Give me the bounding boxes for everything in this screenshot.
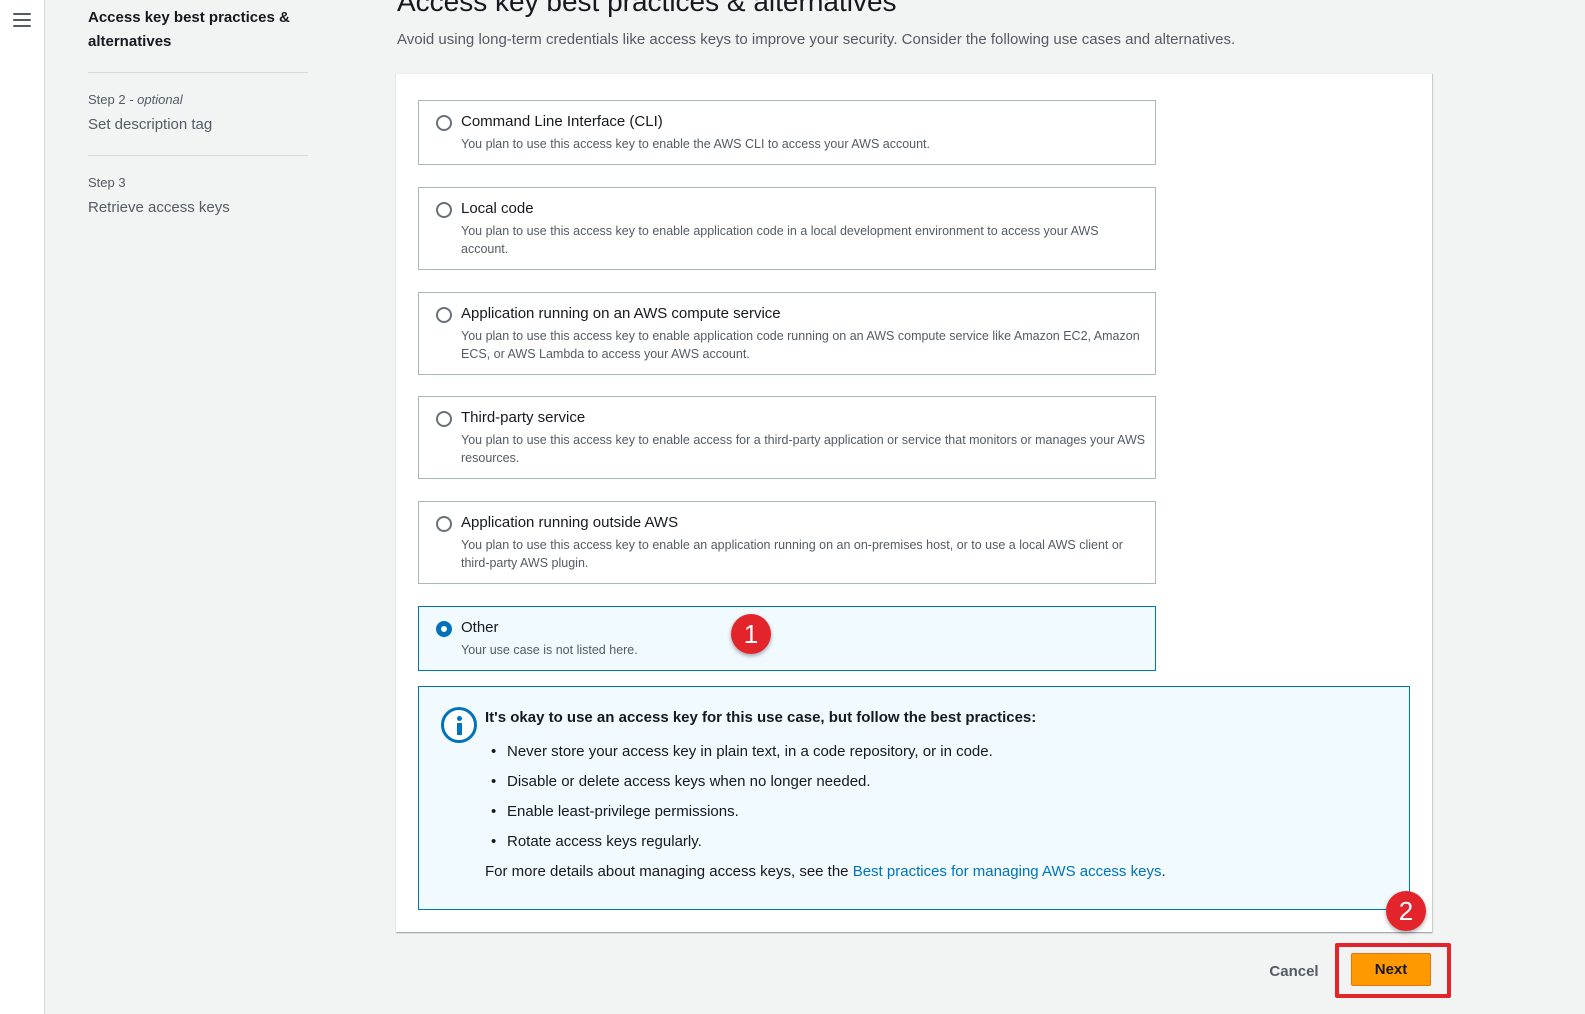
wizard-step-3[interactable]: Step 3 Retrieve access keys xyxy=(88,174,308,238)
option-description: You plan to use this access key to enabl… xyxy=(461,329,1140,361)
radio-local-code[interactable] xyxy=(436,202,452,218)
option-description: You plan to use this access key to enabl… xyxy=(461,538,1123,570)
menu-icon[interactable] xyxy=(13,13,31,29)
alert-title: It's okay to use an access key for this … xyxy=(485,709,1037,726)
next-highlight-box xyxy=(1335,943,1451,998)
wizard-step-2[interactable]: Step 2 - optional Set description tag xyxy=(88,91,308,156)
step-2-prefix: Step 2 - xyxy=(88,92,138,107)
radio-third-party[interactable] xyxy=(436,411,452,427)
option-description: Your use case is not listed here. xyxy=(461,643,638,657)
wizard-step-1[interactable]: Access key best practices & alternatives xyxy=(88,0,308,73)
alert-footer-text: For more details about managing access k… xyxy=(485,863,853,880)
list-item: Enable least-privilege permissions. xyxy=(491,797,993,827)
annotation-badge-1: 1 xyxy=(731,614,771,654)
option-local-code[interactable]: Local code You plan to use this access k… xyxy=(418,187,1156,270)
best-practices-list: Never store your access key in plain tex… xyxy=(491,737,993,857)
list-item: Never store your access key in plain tex… xyxy=(491,737,993,767)
step-2-optional: optional xyxy=(137,92,183,107)
page-description: Avoid using long-term credentials like a… xyxy=(397,31,1236,48)
step-2-title: Set description tag xyxy=(88,116,213,133)
option-title: Local code xyxy=(461,200,534,217)
option-third-party[interactable]: Third-party service You plan to use this… xyxy=(418,396,1156,479)
alert-footer: For more details about managing access k… xyxy=(485,863,1166,880)
best-practices-link[interactable]: Best practices for managing AWS access k… xyxy=(853,863,1162,880)
info-alert: It's okay to use an access key for this … xyxy=(418,686,1410,910)
radio-outside-aws[interactable] xyxy=(436,516,452,532)
option-cli[interactable]: Command Line Interface (CLI) You plan to… xyxy=(418,100,1156,165)
step-2-label: Step 2 - optional xyxy=(88,91,308,109)
option-outside-aws[interactable]: Application running outside AWS You plan… xyxy=(418,501,1156,584)
option-title: Application running outside AWS xyxy=(461,514,679,531)
radio-other[interactable] xyxy=(436,621,452,637)
option-description: You plan to use this access key to enabl… xyxy=(461,433,1146,465)
wizard-steps: Access key best practices & alternatives… xyxy=(88,0,308,256)
option-description: You plan to use this access key to enabl… xyxy=(461,224,1099,256)
alert-footer-suffix: . xyxy=(1161,863,1166,880)
radio-aws-compute[interactable] xyxy=(436,307,452,323)
step-1-title: Access key best practices & alternatives xyxy=(88,9,290,50)
use-case-panel: Command Line Interface (CLI) You plan to… xyxy=(396,73,1432,932)
page-title: Access key best practices & alternatives xyxy=(397,0,897,17)
option-other[interactable]: Other Your use case is not listed here. xyxy=(418,606,1156,671)
option-title: Command Line Interface (CLI) xyxy=(461,113,663,130)
list-item: Disable or delete access keys when no lo… xyxy=(491,767,993,797)
option-title: Application running on an AWS compute se… xyxy=(461,305,781,322)
option-title: Other xyxy=(461,619,499,636)
annotation-badge-2: 2 xyxy=(1386,891,1426,931)
option-description: You plan to use this access key to enabl… xyxy=(461,137,931,151)
cancel-button[interactable]: Cancel xyxy=(1258,957,1330,985)
step-3-title: Retrieve access keys xyxy=(88,199,230,216)
info-icon xyxy=(441,707,477,743)
step-3-label: Step 3 xyxy=(88,175,126,190)
radio-cli[interactable] xyxy=(436,115,452,131)
option-title: Third-party service xyxy=(461,409,586,426)
list-item: Rotate access keys regularly. xyxy=(491,827,993,857)
option-aws-compute[interactable]: Application running on an AWS compute se… xyxy=(418,292,1156,375)
side-rail xyxy=(0,0,45,1014)
